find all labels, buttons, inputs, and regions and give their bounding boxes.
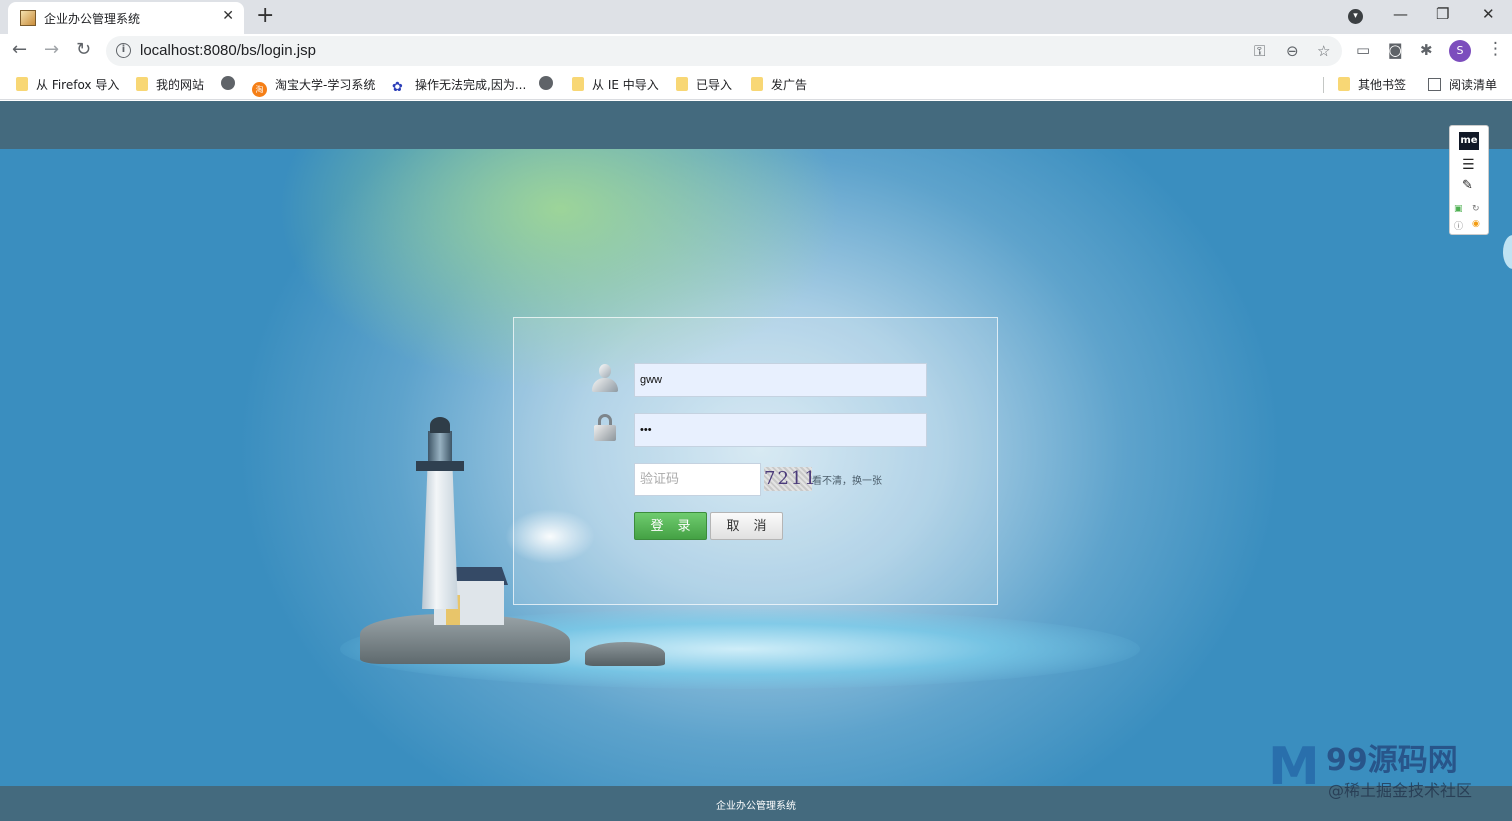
extension-info-icon[interactable]: ⓘ (1454, 219, 1463, 232)
lighthouse-dome (430, 417, 450, 433)
bookmark-other[interactable]: 其他书签 (1338, 76, 1406, 93)
user-icon-head (599, 364, 611, 378)
bookmark-item[interactable]: 我的网站 (136, 76, 204, 93)
folder-icon (676, 77, 688, 91)
user-icon (591, 364, 619, 394)
user-icon-body (592, 378, 618, 392)
extension-logo[interactable]: me (1459, 132, 1479, 150)
lock-icon-body (594, 425, 616, 441)
login-form: 7211 看不清，换一张 登录 取消 (513, 317, 998, 605)
watermark-logo: M (1268, 737, 1320, 797)
globe-icon (221, 76, 235, 90)
bookmark-item[interactable]: 从 IE 中导入 (572, 76, 659, 93)
window-restore-button[interactable]: ❐ (1436, 5, 1449, 23)
bookmark-item[interactable]: 从 Firefox 导入 (16, 76, 119, 93)
cancel-button[interactable]: 取消 (710, 512, 783, 540)
address-bar[interactable]: i localhost:8080/bs/login.jsp ⚿ ⊖ ☆ (106, 36, 1342, 66)
watermark-brand: 99源码网 (1326, 743, 1458, 778)
folder-icon (751, 77, 763, 91)
reading-list-icon (1428, 78, 1441, 91)
taobao-icon: 淘 (252, 82, 267, 97)
camera-icon[interactable]: ◙ (1388, 41, 1403, 59)
new-tab-button[interactable]: + (256, 3, 274, 28)
login-button[interactable]: 登录 (634, 512, 707, 540)
favicon-icon (20, 10, 36, 26)
password-input[interactable] (634, 413, 927, 447)
folder-icon (136, 77, 148, 91)
bookmark-divider (1323, 77, 1324, 93)
bookmark-item[interactable]: 已导入 (676, 76, 732, 93)
zoom-icon[interactable]: ⊖ (1286, 42, 1299, 60)
lock-icon (594, 414, 616, 442)
reload-button[interactable]: ↻ (76, 39, 91, 60)
extension-menu-icon[interactable]: ☰ (1462, 157, 1475, 173)
tab-title: 企业办公管理系统 (44, 12, 141, 26)
window-minimize-button[interactable]: — (1393, 5, 1408, 23)
forward-button[interactable]: → (44, 39, 59, 60)
username-input[interactable] (634, 363, 927, 397)
extension-eye-icon[interactable]: ◉ (1472, 219, 1480, 229)
key-icon[interactable]: ⚿ (1254, 42, 1265, 60)
page-header-band (0, 101, 1512, 149)
bookmark-item[interactable]: 发广告 (751, 76, 807, 93)
site-info-icon[interactable]: i (116, 43, 131, 58)
bookmark-item[interactable] (221, 76, 243, 91)
rocks-image (585, 642, 665, 666)
profile-dropdown-icon[interactable]: ▾ (1348, 9, 1363, 24)
back-button[interactable]: ← (12, 39, 27, 60)
extension-refresh-icon[interactable]: ↻ (1472, 204, 1480, 214)
folder-icon (572, 77, 584, 91)
profile-avatar[interactable]: S (1449, 40, 1471, 62)
extension-status-icon[interactable]: ▣ (1454, 204, 1463, 214)
folder-icon (1338, 77, 1350, 91)
bookmark-item[interactable] (539, 76, 561, 91)
paw-icon: ✿ (392, 80, 403, 95)
bookmark-item[interactable]: ✿ 操作无法完成,因为... (392, 76, 526, 95)
browser-tab[interactable]: 企业办公管理系统 ✕ (8, 2, 244, 34)
lighthouse-lantern (428, 431, 452, 461)
lighthouse-tower (422, 469, 458, 609)
watermark-sub: @稀土掘金技术社区 (1328, 781, 1473, 800)
footer-text: 企业办公管理系统 (716, 801, 796, 812)
login-page: 7211 看不清，换一张 登录 取消 企业办公管理系统 me ☰ ✎ ▣ ↻ ⓘ… (0, 101, 1512, 821)
browser-menu-icon[interactable]: ⋮ (1487, 39, 1504, 59)
browser-tabstrip: 企业办公管理系统 ✕ + ▾ — ❐ ✕ (0, 0, 1512, 34)
bookmarks-bar: 从 Firefox 导入 我的网站 淘淘宝大学-学习系统 ✿ 操作无法完成,因为.… (0, 68, 1512, 100)
extensions-icon[interactable]: ✱ (1420, 41, 1433, 59)
captcha-input[interactable] (634, 463, 761, 496)
browser-toolbar: ← → ↻ i localhost:8080/bs/login.jsp ⚿ ⊖ … (0, 34, 1512, 68)
window-close-button[interactable]: ✕ (1482, 5, 1495, 23)
captcha-refresh-link[interactable]: 看不清，换一张 (812, 472, 882, 487)
lighthouse-gallery (416, 461, 464, 471)
url-text[interactable]: localhost:8080/bs/login.jsp (140, 42, 316, 59)
bookmark-item[interactable]: 淘淘宝大学-学习系统 (252, 76, 375, 97)
tab-close-icon[interactable]: ✕ (222, 8, 234, 24)
extension-side-panel: me ☰ ✎ ▣ ↻ ⓘ ◉ (1449, 125, 1489, 235)
reading-list[interactable]: 阅读清单 (1428, 76, 1497, 93)
bookmark-star-icon[interactable]: ☆ (1317, 42, 1330, 60)
extension-wand-icon[interactable]: ✎ (1462, 178, 1473, 193)
folder-icon (16, 77, 28, 91)
captcha-image[interactable]: 7211 (764, 467, 816, 491)
cast-icon[interactable]: ▭ (1356, 41, 1370, 59)
globe-icon (539, 76, 553, 90)
